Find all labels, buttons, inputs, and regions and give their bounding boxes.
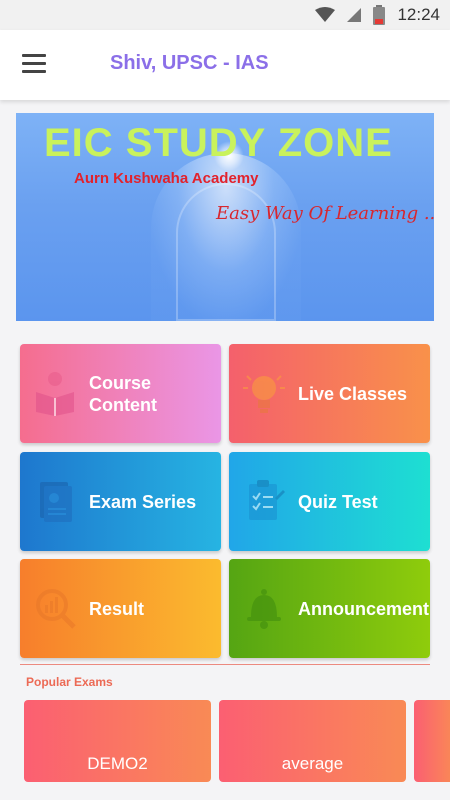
- quiz-test-tile[interactable]: Quiz Test: [229, 452, 430, 551]
- lightbulb-icon: [243, 375, 285, 413]
- section-divider: [20, 664, 430, 665]
- announcement-tile[interactable]: Announcement: [229, 559, 430, 658]
- exam-card[interactable]: average: [219, 700, 406, 782]
- app-title: Shiv, UPSC - IAS: [110, 52, 269, 74]
- app-bar: Shiv, UPSC - IAS: [0, 30, 450, 100]
- hamburger-menu-icon[interactable]: [22, 54, 48, 76]
- bell-icon: [247, 589, 281, 629]
- wifi-icon: [315, 7, 336, 22]
- exam-card[interactable]: [414, 700, 450, 782]
- exam-series-tile[interactable]: Exam Series: [20, 452, 221, 551]
- reading-person-icon: [36, 372, 74, 416]
- bottom-spacer: [0, 782, 450, 800]
- banner-tagline: Easy Way Of Learning ...: [216, 203, 434, 224]
- tile-label: Quiz Test: [298, 491, 378, 512]
- tile-label: Live Classes: [298, 383, 408, 404]
- tile-label: Result: [89, 598, 145, 619]
- live-classes-tile[interactable]: Live Classes: [229, 344, 430, 443]
- exam-card[interactable]: DEMO2: [24, 700, 211, 782]
- course-content-tile[interactable]: Course Content: [20, 344, 221, 443]
- cell-signal-icon: [347, 8, 362, 22]
- document-icon: [40, 482, 72, 522]
- clipboard-checklist-icon: [249, 480, 285, 520]
- status-bar: 12:24: [0, 0, 450, 30]
- clock: 12:24: [397, 5, 440, 24]
- status-icons: 12:24: [315, 0, 440, 30]
- tile-label: Exam Series: [89, 491, 197, 512]
- battery-icon: [373, 5, 386, 25]
- result-tile[interactable]: Result: [20, 559, 221, 658]
- tile-label: Course Content: [89, 372, 157, 415]
- chart-magnifier-icon: [36, 589, 76, 629]
- banner-title: EIC STUDY ZONE: [44, 121, 393, 165]
- tile-label: Announcement: [298, 598, 430, 619]
- exam-card-label: DEMO2: [87, 754, 148, 773]
- popular-exams-heading: Popular Exams: [26, 675, 113, 689]
- banner-subtitle: Aurn Kushwaha Academy: [74, 170, 259, 187]
- exam-card-label: average: [281, 754, 344, 773]
- promo-banner[interactable]: EIC STUDY ZONE Aurn Kushwaha Academy Eas…: [16, 113, 434, 321]
